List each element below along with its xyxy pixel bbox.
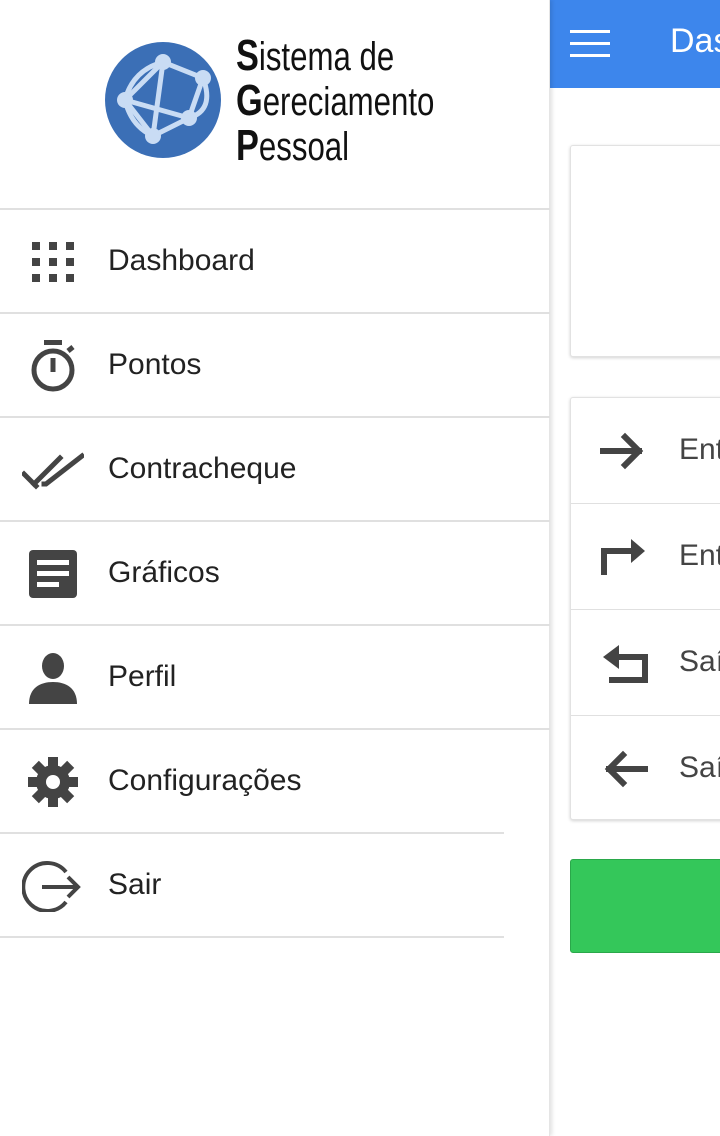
punch-row-exit[interactable]: Saí <box>571 716 720 819</box>
document-icon <box>29 550 77 598</box>
menu-item-label: Pontos <box>108 348 202 381</box>
punch-row-exit-break[interactable]: Saí <box>571 610 720 716</box>
punch-label: Ent <box>679 539 720 572</box>
stopwatch-icon <box>31 340 75 392</box>
punch-row-entry[interactable]: Ent <box>571 398 720 504</box>
gear-icon <box>28 757 78 807</box>
logo-line-1: Sistema de <box>236 31 395 80</box>
menu-item-label: Configurações <box>108 764 302 797</box>
undo-arrow-icon <box>603 645 648 683</box>
menu-item-contracheque[interactable]: Contracheque <box>0 418 550 522</box>
arrow-right-icon <box>600 432 644 470</box>
summary-card <box>570 145 720 357</box>
globe-logo-icon <box>105 42 221 158</box>
menu-item-sair[interactable]: Sair <box>0 834 504 938</box>
grid-icon <box>32 242 74 282</box>
register-punch-button[interactable] <box>570 859 720 953</box>
menu-item-configuracoes[interactable]: Configurações <box>0 730 504 834</box>
redo-arrow-icon <box>601 539 645 575</box>
menu-item-label: Sair <box>108 868 162 901</box>
drawer-header: Sistema de Gereciamento Pessoal <box>0 0 550 209</box>
menu-item-dashboard[interactable]: Dashboard <box>0 210 550 314</box>
punch-row-entry-return[interactable]: Ent <box>571 504 720 610</box>
punch-label: Saí <box>679 645 720 678</box>
menu-item-graficos[interactable]: Gráficos <box>0 522 550 626</box>
punch-list-card: Ent Ent Saí Saí <box>570 397 720 820</box>
menu-item-label: Perfil <box>108 660 177 693</box>
menu-item-pontos[interactable]: Pontos <box>0 314 550 418</box>
logo-line-2: Gereciamento <box>236 76 435 125</box>
menu-item-perfil[interactable]: Perfil <box>0 626 550 730</box>
exit-icon <box>22 861 81 912</box>
menu-item-label: Dashboard <box>108 244 255 277</box>
logo-line-3: Pessoal <box>236 121 350 170</box>
menu-item-label: Contracheque <box>108 452 297 485</box>
menu-item-label: Gráficos <box>108 556 220 589</box>
arrow-left-icon <box>604 750 648 788</box>
navigation-drawer: Sistema de Gereciamento Pessoal Dashboar… <box>0 0 550 1136</box>
person-icon <box>29 653 77 704</box>
double-check-icon <box>22 452 84 490</box>
punch-label: Saí <box>679 751 720 784</box>
app-bar-title: Das <box>670 22 720 60</box>
app-bar: Das <box>550 0 720 88</box>
app-logo-text: Sistema de Gereciamento Pessoal <box>236 31 435 170</box>
hamburger-menu-icon[interactable] <box>570 28 610 60</box>
punch-label: Ent <box>679 433 720 466</box>
